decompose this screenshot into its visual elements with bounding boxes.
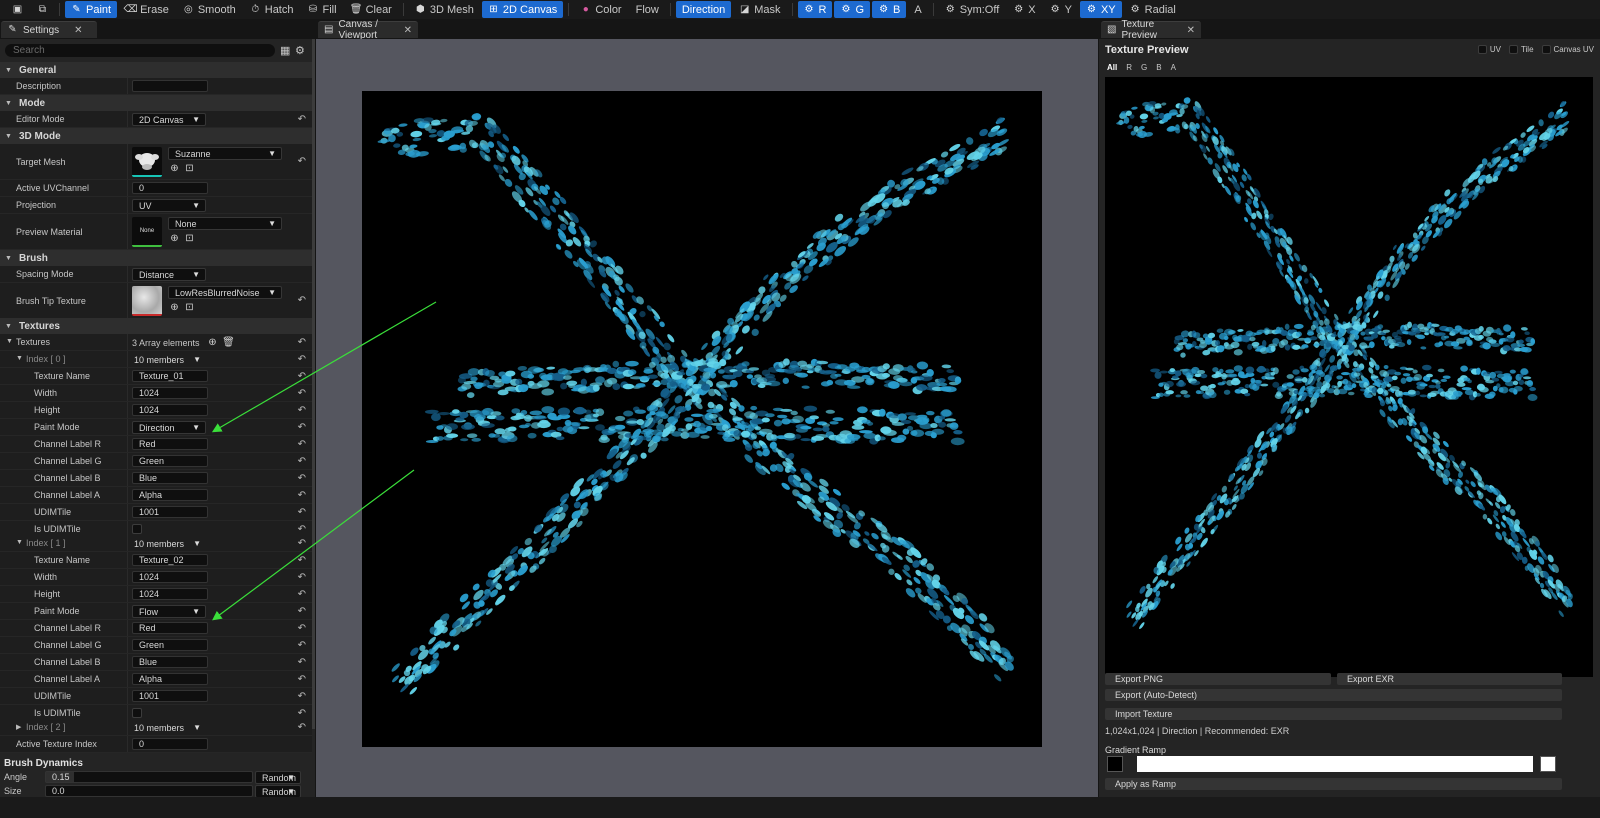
gradient-start-swatch[interactable] (1107, 756, 1123, 772)
stroke-dab (1319, 393, 1326, 398)
stroke-dab (1356, 367, 1364, 371)
status-bar (0, 797, 1600, 818)
app-window: ▣ ⧉ ✎ Paint ⌫ Erase ◎ Smooth ⏱ Hatch ⛁ Fill 🗑 Clear… (0, 0, 1600, 818)
stroke-dab (1336, 375, 1343, 380)
toggle-label: Tile (1520, 45, 1534, 54)
canvas-uv-toggle[interactable]: Canvas UV (1541, 45, 1594, 54)
stroke-dab (1371, 387, 1378, 394)
stroke-dab (1370, 375, 1379, 379)
stroke-dab (1300, 368, 1309, 373)
channel-tab-r[interactable]: R (1126, 63, 1132, 72)
import-texture-button[interactable]: Import Texture (1105, 708, 1562, 720)
texture-info-text: 1,024x1,024 | Direction | Recommended: E… (1105, 726, 1290, 736)
channel-tab-all[interactable]: All (1107, 63, 1117, 72)
apply-as-ramp-button[interactable]: Apply as Ramp (1105, 778, 1562, 790)
stroke-dab (1394, 371, 1402, 376)
stroke-dab (1328, 370, 1334, 377)
stroke-dab (1319, 371, 1326, 378)
export-exr-button[interactable]: Export EXR (1337, 673, 1562, 685)
export-auto-detect-button[interactable]: Export (Auto-Detect) (1105, 689, 1562, 701)
preview-title: Texture Preview (1105, 44, 1189, 56)
stroke-dab (1286, 374, 1294, 379)
stroke-dab (1347, 391, 1355, 396)
stroke-dab (1311, 369, 1316, 374)
toggle-label: UV (1489, 45, 1501, 54)
preview-toggles: UV Tile Canvas UV (1477, 45, 1594, 54)
channel-tab-g[interactable]: G (1141, 63, 1147, 72)
checkbox (1541, 45, 1551, 54)
checkbox (1477, 45, 1487, 54)
stroke-dab (1400, 377, 1407, 384)
annotation-arrow (212, 469, 415, 621)
stroke-dab (1286, 382, 1294, 387)
stroke-dab (1375, 364, 1380, 371)
gradient-ramp-bar[interactable] (1137, 756, 1533, 772)
stroke-dab (1313, 391, 1320, 399)
gradient-end-swatch[interactable] (1540, 756, 1556, 772)
stroke-dab (1302, 377, 1308, 383)
channel-tabs: All R G B A (1107, 63, 1176, 72)
texture-preview-image[interactable] (1105, 77, 1593, 677)
stroke-dab (1294, 378, 1303, 382)
gradient-ramp-label: Gradient Ramp (1105, 745, 1167, 755)
export-png-button[interactable]: Export PNG (1105, 673, 1331, 685)
stroke-dab (1341, 372, 1350, 376)
checkbox (1508, 45, 1518, 54)
tile-toggle[interactable]: Tile (1508, 45, 1534, 54)
channel-tab-a[interactable]: A (1171, 63, 1176, 72)
stroke-dab (1329, 365, 1338, 372)
stroke-dab (1372, 382, 1383, 386)
stroke-dab (1377, 387, 1384, 395)
stroke-dab (1351, 383, 1357, 389)
stroke-dab (1325, 382, 1331, 389)
stroke-dab (1364, 393, 1373, 398)
annotation-arrow (211, 301, 437, 433)
toggle-label: Canvas UV (1553, 45, 1594, 54)
stroke-dab (1353, 372, 1361, 377)
stroke-dab (1292, 369, 1300, 375)
stroke-dab (1391, 375, 1398, 381)
stroke-dab (1363, 381, 1369, 389)
channel-tab-b[interactable]: B (1156, 63, 1161, 72)
uv-toggle[interactable]: UV (1477, 45, 1501, 54)
stroke-dab (1386, 383, 1392, 388)
stroke-dab (1383, 365, 1389, 370)
texture-preview-panel: Texture Preview UV Tile Canvas UV All R … (1099, 39, 1600, 818)
